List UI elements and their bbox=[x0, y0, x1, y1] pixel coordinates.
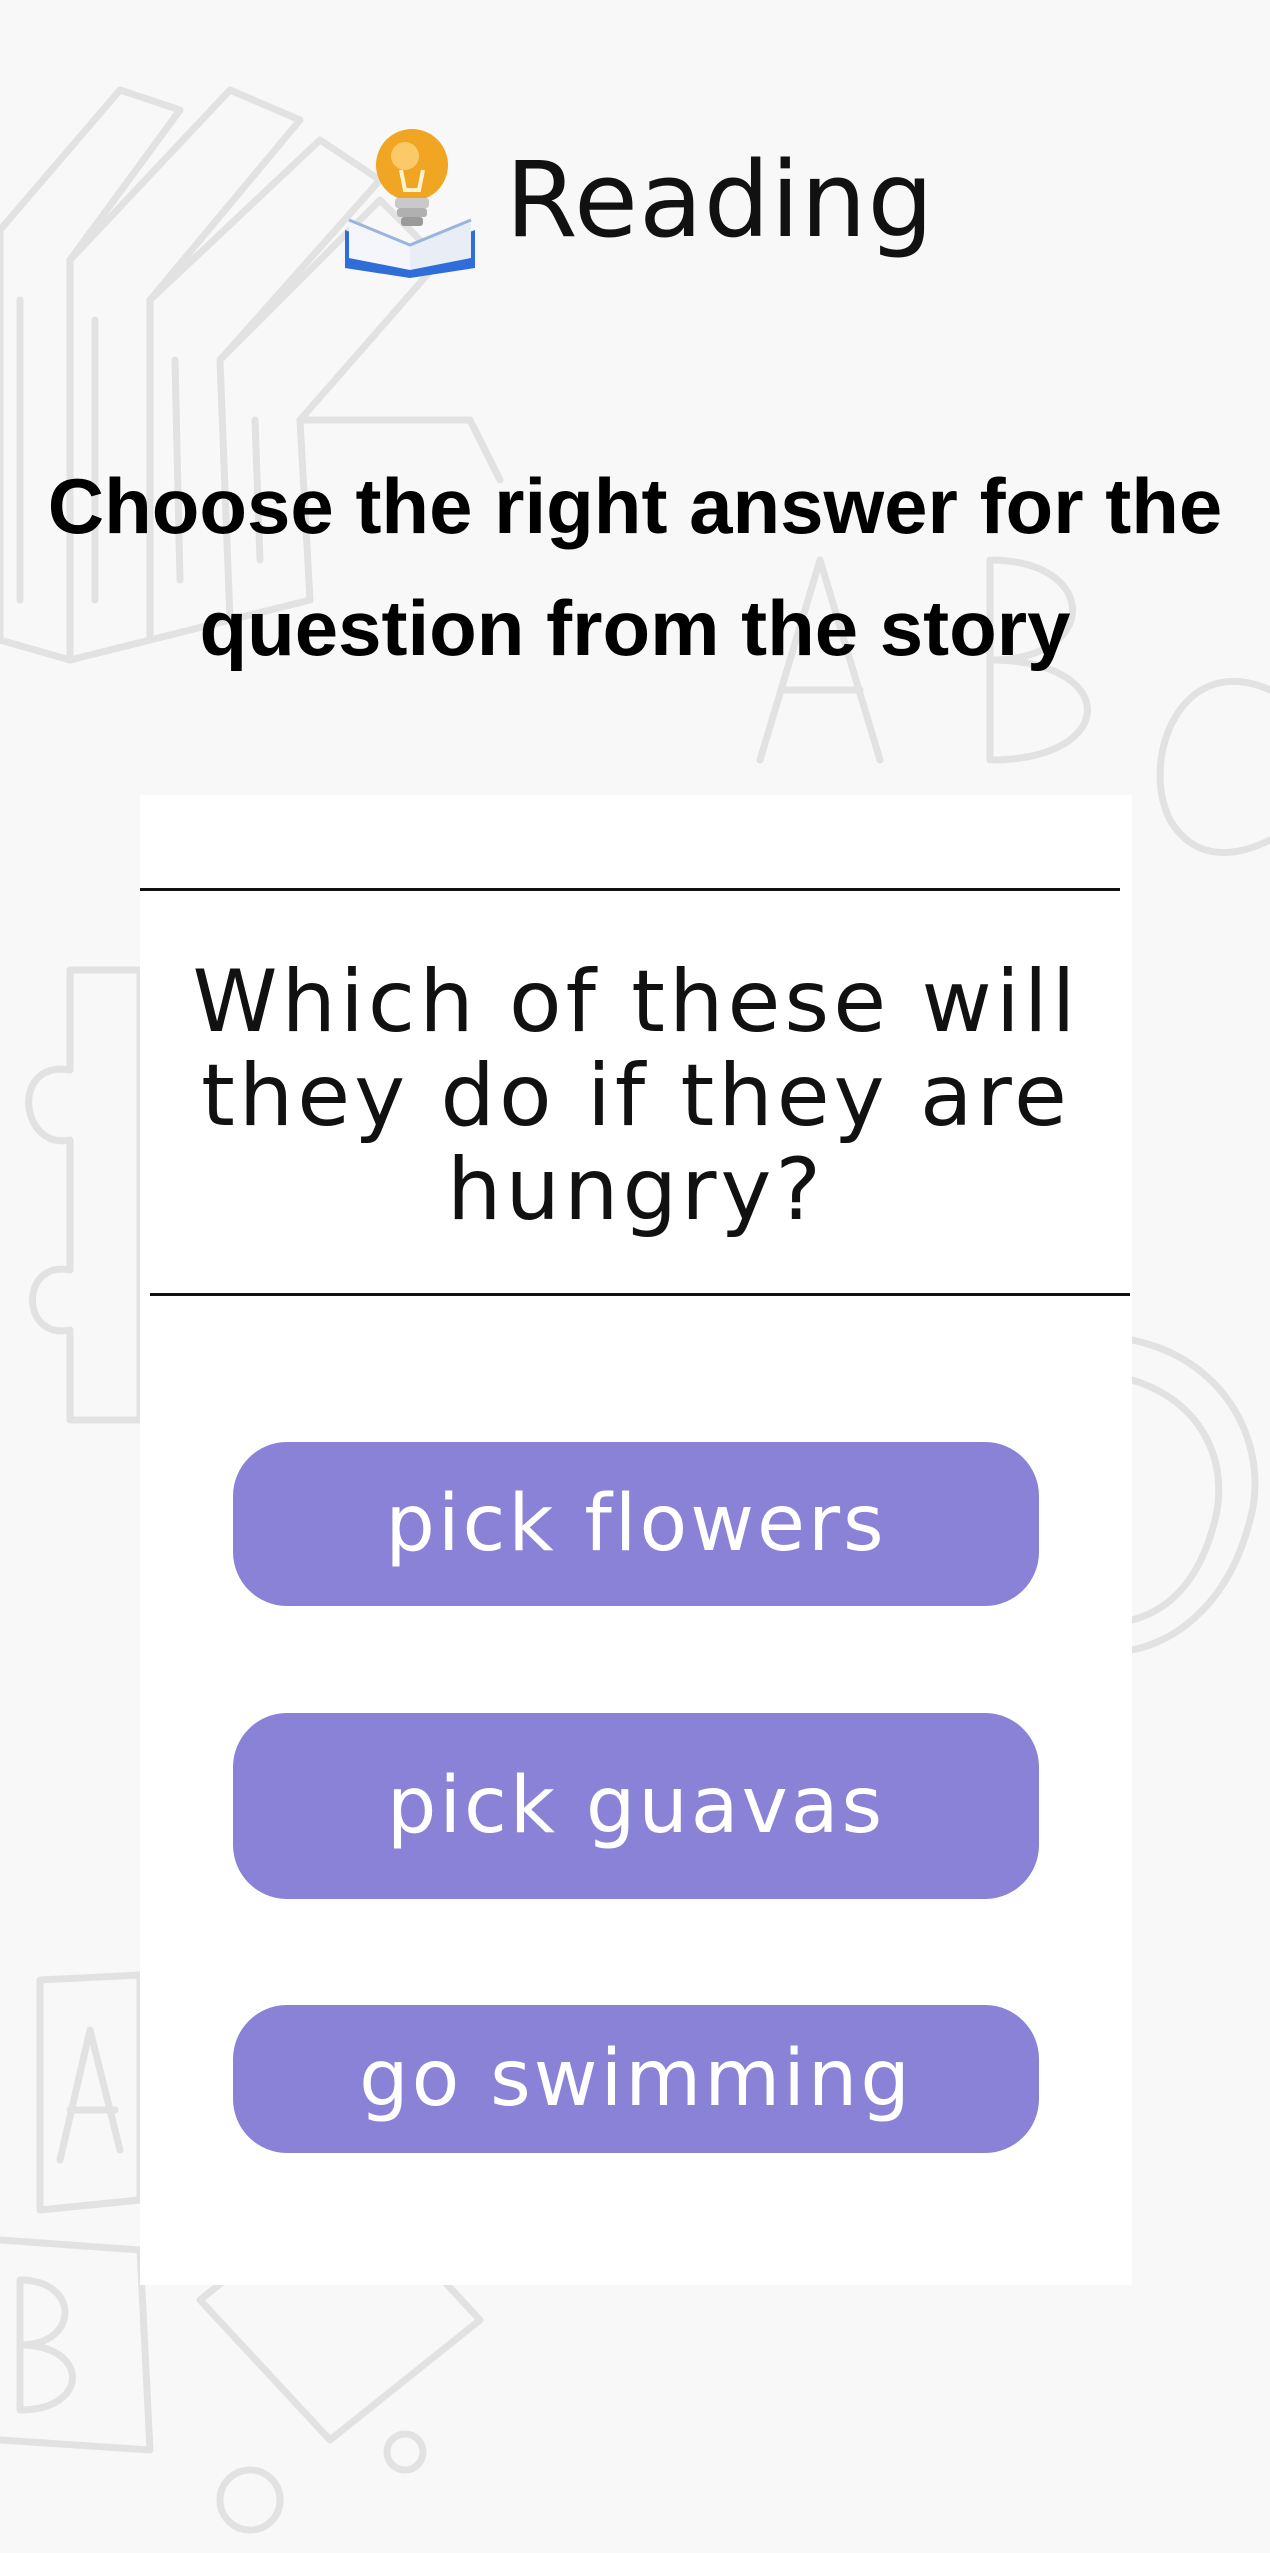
instruction-text: Choose the right answer for the question… bbox=[47, 462, 1223, 672]
divider-bottom bbox=[150, 1293, 1130, 1296]
rings-doodle bbox=[1128, 1336, 1259, 1654]
divider-top bbox=[140, 888, 1120, 891]
book-lightbulb-icon bbox=[345, 129, 476, 278]
page-title: Reading bbox=[505, 139, 935, 261]
question-card: Which of these will they do if they are … bbox=[140, 795, 1132, 2285]
answer-option-go-swimming[interactable]: go swimming bbox=[233, 2005, 1039, 2153]
header: Reading bbox=[0, 110, 1270, 290]
question-text: Which of these will they do if they are … bbox=[192, 952, 1080, 1240]
answer-option-pick-flowers[interactable]: pick flowers bbox=[233, 1442, 1039, 1606]
answer-option-pick-guavas[interactable]: pick guavas bbox=[233, 1713, 1039, 1899]
puzzle-doodle bbox=[25, 966, 144, 1424]
letter-block-doodle bbox=[0, 1971, 154, 2454]
